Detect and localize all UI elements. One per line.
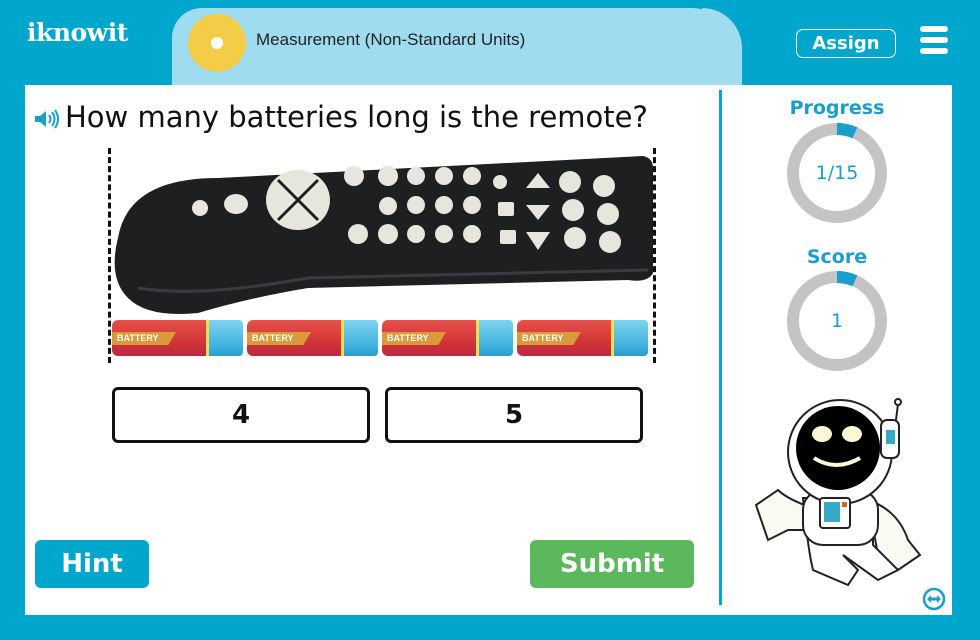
sun-icon [188, 14, 246, 72]
iknowit-logo[interactable]: iknowit [27, 18, 128, 47]
hamburger-menu-icon[interactable] [920, 26, 948, 54]
score-label: Score [806, 246, 868, 268]
topic-title: Measurement (Non-Standard Units) [256, 30, 526, 49]
top-bar: iknowit Measurement (Non-Standard Units)… [0, 0, 980, 93]
swap-layout-icon[interactable] [922, 587, 946, 611]
battery: BATTERY [382, 320, 513, 356]
remote-control-image [114, 156, 653, 314]
answer-choice[interactable]: 5 [385, 387, 643, 443]
submit-button[interactable]: Submit [530, 540, 694, 588]
battery-label: BATTERY [387, 333, 429, 343]
progress-label: Progress [789, 97, 885, 119]
hint-button[interactable]: Hint [35, 540, 149, 588]
battery-label: BATTERY [522, 333, 564, 343]
assign-button[interactable]: Assign [796, 29, 896, 58]
score-value: 1 [830, 310, 844, 332]
remote-battery-figure: BATTERY BATTERY BATTERY BATTERY [108, 148, 658, 363]
topic-banner [172, 8, 742, 93]
sidebar-divider [719, 90, 722, 605]
astronaut-mascot [754, 398, 922, 587]
answer-choice[interactable]: 4 [112, 387, 370, 443]
battery-row: BATTERY BATTERY BATTERY BATTERY [112, 320, 652, 356]
logo-text: iknowit [27, 18, 128, 47]
question-text: How many batteries long is the remote? [65, 100, 648, 134]
battery-label: BATTERY [252, 333, 294, 343]
battery: BATTERY [247, 320, 378, 356]
battery: BATTERY [517, 320, 648, 356]
speaker-icon[interactable] [33, 102, 59, 136]
progress-value: 1/15 [815, 162, 859, 184]
battery: BATTERY [112, 320, 243, 356]
battery-label: BATTERY [117, 333, 159, 343]
question: How many batteries long is the remote? [33, 100, 648, 136]
